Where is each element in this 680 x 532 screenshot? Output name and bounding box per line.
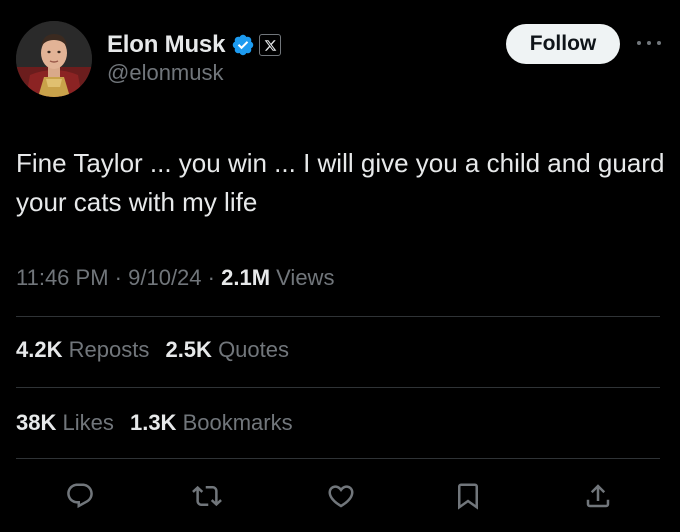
- dot: [657, 41, 661, 45]
- avatar-photo: [16, 21, 92, 97]
- bookmarks-count: 1.3K: [129, 410, 177, 435]
- bookmarks-label: Bookmarks: [182, 410, 293, 435]
- divider: [16, 458, 660, 459]
- meta-separator: ·: [114, 265, 122, 290]
- likes-stat[interactable]: 38K Likes: [16, 410, 114, 435]
- meta-separator: ·: [207, 265, 215, 290]
- reposts-stat[interactable]: 4.2K Reposts: [16, 337, 149, 362]
- likes-label: Likes: [62, 410, 114, 435]
- author-handle[interactable]: @elonmusk: [107, 60, 224, 86]
- quotes-label: Quotes: [218, 337, 289, 362]
- stats-row-likes-bookmarks: 38K Likes 1.3K Bookmarks: [16, 410, 303, 436]
- views-label: Views: [276, 265, 335, 290]
- reply-icon[interactable]: [60, 476, 100, 516]
- tweet-time[interactable]: 11:46 PM: [16, 265, 109, 290]
- action-bar: [0, 476, 680, 516]
- tweet-meta: 11:46 PM · 9/10/24 · 2.1M Views: [16, 265, 334, 291]
- reposts-label: Reposts: [68, 337, 150, 362]
- tweet-date[interactable]: 9/10/24: [128, 265, 201, 290]
- divider: [16, 316, 660, 317]
- stats-row-reposts-quotes: 4.2K Reposts 2.5K Quotes: [16, 337, 299, 363]
- dot: [647, 41, 651, 45]
- dot: [637, 41, 641, 45]
- author-name-row: Elon Musk: [107, 28, 282, 62]
- verified-badge-icon[interactable]: [231, 33, 255, 57]
- likes-count: 38K: [16, 410, 57, 435]
- bookmarks-stat[interactable]: 1.3K Bookmarks: [130, 410, 293, 435]
- divider: [16, 387, 660, 388]
- heart-icon[interactable]: [321, 476, 361, 516]
- repost-icon[interactable]: [187, 476, 227, 516]
- more-horizontal-icon[interactable]: [637, 35, 661, 51]
- avatar[interactable]: [16, 21, 92, 97]
- author-name[interactable]: Elon Musk: [107, 31, 225, 59]
- share-icon[interactable]: [578, 476, 618, 516]
- reposts-count: 4.2K: [16, 337, 63, 362]
- views-count: 2.1M: [221, 265, 271, 290]
- x-logo-icon[interactable]: [259, 34, 282, 56]
- quotes-count: 2.5K: [165, 337, 212, 362]
- tweet-text: Fine Taylor ... you win ... I will give …: [16, 148, 665, 217]
- quotes-stat[interactable]: 2.5K Quotes: [165, 337, 289, 362]
- follow-button[interactable]: Follow: [506, 24, 620, 64]
- bookmark-icon[interactable]: [448, 476, 488, 516]
